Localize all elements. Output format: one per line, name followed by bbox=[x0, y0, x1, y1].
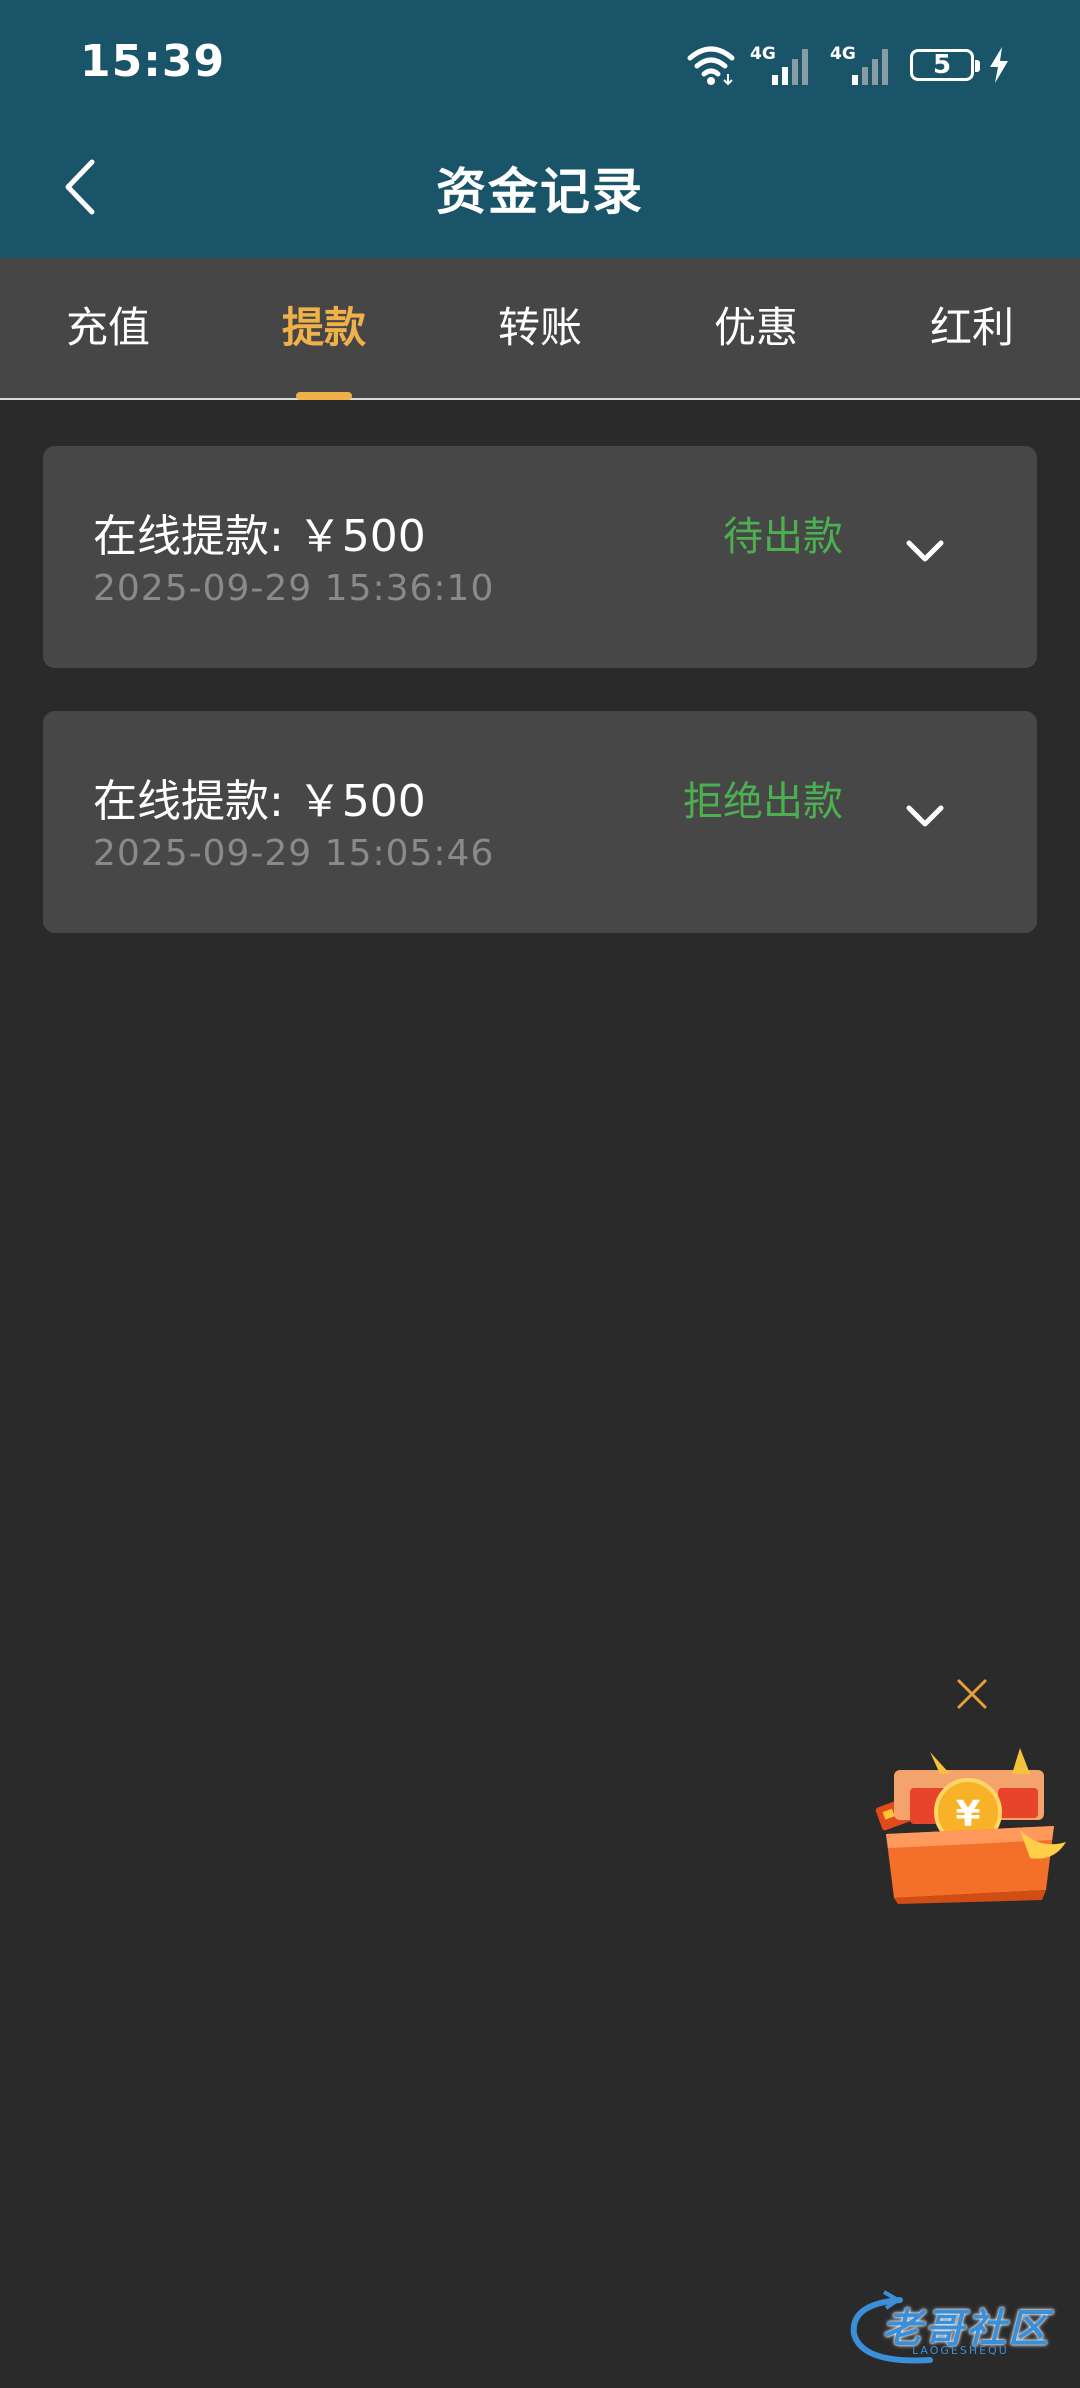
chevron-down-icon[interactable] bbox=[905, 803, 945, 829]
cellular-signal-icon: 4G bbox=[750, 44, 808, 85]
record-time: 2025-09-29 15:05:46 bbox=[93, 833, 495, 874]
record-card[interactable]: 在线提款: ￥500 2025-09-29 15:05:46 拒绝出款 bbox=[43, 711, 1037, 933]
record-title: 在线提款: ￥500 bbox=[93, 776, 426, 827]
tab-bar: 充值 提款 转账 优惠 红利 bbox=[0, 258, 1080, 400]
record-status: 拒绝出款 bbox=[683, 779, 843, 825]
watermark-subtext: LAOGESHEQU bbox=[912, 2344, 1009, 2357]
status-time: 15:39 bbox=[80, 36, 226, 87]
tab-promotion[interactable]: 优惠 bbox=[648, 258, 864, 398]
record-title: 在线提款: ￥500 bbox=[93, 511, 426, 562]
battery-level: 5 bbox=[932, 50, 952, 80]
network-type-label-2: 4G bbox=[830, 44, 856, 64]
cellular-signal-icon-2: 4G bbox=[830, 44, 888, 85]
svg-text:¥: ¥ bbox=[955, 1794, 980, 1835]
record-card[interactable]: 在线提款: ￥500 2025-09-29 15:36:10 待出款 bbox=[43, 446, 1037, 668]
record-time: 2025-09-29 15:36:10 bbox=[93, 568, 495, 609]
gift-box-icon[interactable]: ¥ bbox=[870, 1730, 1070, 1905]
battery-icon: 5 bbox=[910, 49, 980, 81]
tab-withdraw[interactable]: 提款 bbox=[216, 258, 432, 398]
tab-transfer[interactable]: 转账 bbox=[432, 258, 648, 398]
active-tab-indicator bbox=[296, 392, 352, 400]
wifi-icon bbox=[687, 46, 735, 86]
watermark-logo: 老哥社区 LAOGESHEQU bbox=[840, 2282, 1070, 2372]
network-type-label: 4G bbox=[750, 44, 776, 64]
chevron-down-icon[interactable] bbox=[905, 538, 945, 564]
app-header: 15:39 4G 4G 5 资金记录 bbox=[0, 0, 1080, 258]
charging-icon bbox=[990, 47, 1008, 83]
page-title: 资金记录 bbox=[436, 163, 644, 221]
tab-recharge[interactable]: 充值 bbox=[0, 258, 216, 398]
close-icon[interactable] bbox=[956, 1678, 988, 1710]
status-icons: 4G 4G 5 bbox=[686, 40, 1010, 90]
tab-bonus[interactable]: 红利 bbox=[864, 258, 1080, 398]
record-status: 待出款 bbox=[723, 514, 843, 560]
